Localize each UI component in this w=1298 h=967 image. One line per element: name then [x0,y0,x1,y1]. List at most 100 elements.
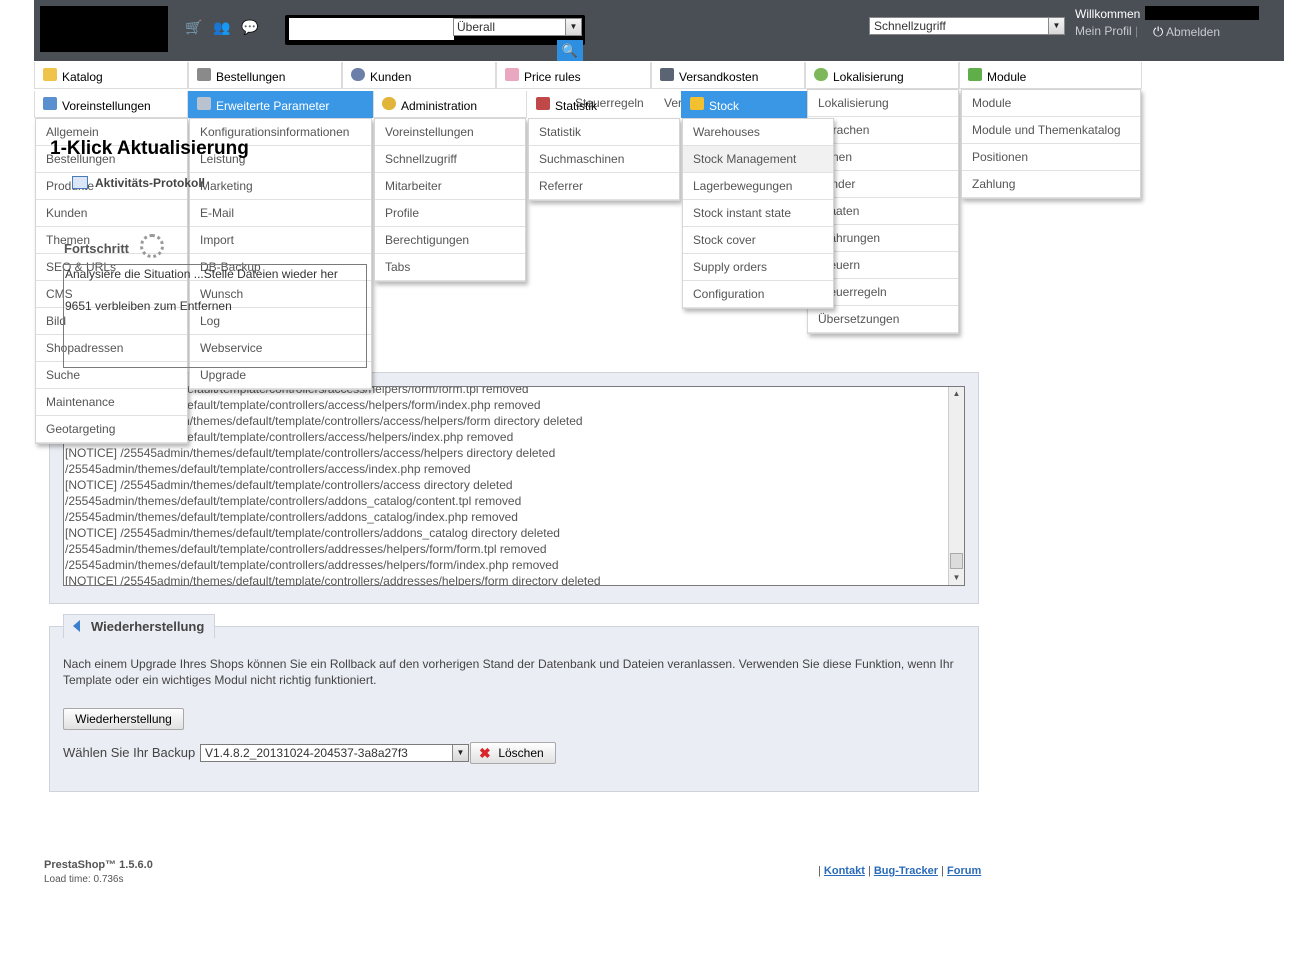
menu-item-statistik[interactable]: Statistik [529,119,679,146]
tab-voreinstellungen[interactable]: Voreinstellungen [34,91,188,118]
tab-label: Katalog [62,70,103,84]
my-profile-label: Mein Profil [1075,24,1132,38]
menu-item-module[interactable]: Module [962,90,1140,117]
menu-item-zahlung[interactable]: Zahlung [962,171,1140,198]
search-icon: 🔍 [561,43,579,58]
footer-link-kontakt[interactable]: Kontakt [824,865,865,877]
menu-item-schnellzugriff[interactable]: Schnellzugriff [375,146,525,173]
search-scope-value: Überall [457,20,496,34]
messages-icon[interactable]: 💬 [241,19,259,35]
search-input[interactable] [289,18,454,40]
menu-item-referrer[interactable]: Referrer [529,173,679,200]
menu-item-maintenance[interactable]: Maintenance [36,389,187,416]
menu-item-tabs[interactable]: Tabs [375,254,525,281]
footer-link-bug-tracker[interactable]: Bug-Tracker [874,865,938,877]
customers-icon[interactable]: 👥 [213,19,231,35]
menu-item-stock-cover[interactable]: Stock cover [683,227,833,254]
restore-legend-label: Wiederherstellung [91,619,205,634]
menu-item-marketing[interactable]: Marketing [190,173,371,200]
menu-item-übersetzungen[interactable]: Übersetzungen [808,306,958,333]
log-line: [NOTICE] /25545admin/themes/default/temp… [65,478,513,492]
menu-item-lagerbewegungen[interactable]: Lagerbewegungen [683,173,833,200]
menu-item-supply-orders[interactable]: Supply orders [683,254,833,281]
tab-lokalisierung[interactable]: Lokalisierung [805,62,959,89]
tab-bestellungen[interactable]: Bestellungen [188,62,342,89]
menu-item-kunden[interactable]: Kunden [36,200,187,227]
arrow-left-icon [73,620,80,632]
tab-katalog[interactable]: Katalog [34,62,188,89]
loading-spinner-icon [140,234,164,258]
scroll-thumb[interactable] [950,553,963,569]
scroll-down-icon[interactable]: ▼ [949,571,964,585]
footer-links: | Kontakt | Bug-Tracker | Forum [818,865,981,877]
search-scope-select[interactable]: Überall ▼ [453,18,582,36]
menu-item-stock-management[interactable]: Stock Management [683,146,833,173]
log-line: /25545admin/themes/default/template/cont… [65,510,518,524]
upgrade-log[interactable]: /25545admin/themes/default/template/cont… [63,386,965,586]
delete-button-label: Löschen [498,746,544,760]
menu-item-module-und-themenkatalog[interactable]: Module und Themenkatalog [962,117,1140,144]
menu-item-mitarbeiter[interactable]: Mitarbeiter [375,173,525,200]
menu-item-configuration[interactable]: Configuration [683,281,833,308]
menu-item-e-mail[interactable]: E-Mail [190,200,371,227]
tab-kunden[interactable]: Kunden [342,62,496,89]
tab-label: Bestellungen [216,70,286,84]
load-time: Load time: 0.736s [44,874,124,885]
tab-statistik[interactable]: Statistik [527,91,681,118]
submenu-statistik: Statistik Suchmaschinen Referrer [528,118,680,201]
submenu-administration: Voreinstellungen Schnellzugriff Mitarbeite… [374,118,526,282]
menu-item-voreinstellungen[interactable]: Voreinstellungen [375,119,525,146]
user-icon [351,68,365,81]
log-line: /25545admin/themes/default/template/cont… [65,558,559,572]
tab-label: Stock [709,99,740,113]
settings-icon [43,97,57,110]
log-line: /25545admin/themes/default/template/cont… [65,462,471,476]
footer-link-forum[interactable]: Forum [947,865,981,877]
chevron-down-icon[interactable]: ▼ [452,745,468,761]
tab-label: Kunden [370,70,412,84]
puzzle-icon [968,68,982,81]
restore-button[interactable]: Wiederherstellung [63,708,184,730]
power-icon: ⏻ [1153,24,1164,39]
stock-icon [690,97,704,110]
menu-item-lokalisierung[interactable]: Lokalisierung [808,90,958,117]
submenu-stock: Warehouses Stock Management Lagerbewegunge… [682,118,834,309]
logout-link[interactable]: ⏻ Abmelden [1153,24,1220,40]
status-line: 9651 verbleiben zum Entfernen [65,299,232,313]
menu-item-stock-instant-state[interactable]: Stock instant state [683,200,833,227]
search-button[interactable]: 🔍 [557,40,583,61]
menu-item-berechtigungen[interactable]: Berechtigungen [375,227,525,254]
menu-item-import[interactable]: Import [190,227,371,254]
backup-select[interactable]: V1.4.8.2_20131024-204537-3a8a27f3 ▼ [200,744,469,762]
menu-item-positionen[interactable]: Positionen [962,144,1140,171]
cart-icon[interactable]: 🛒 [185,19,203,35]
tab-label: Statistik [555,99,598,113]
menu-item-warehouses[interactable]: Warehouses [683,119,833,146]
logout-label: Abmelden [1165,25,1221,39]
log-line: /25545admin/themes/default/template/cont… [65,398,541,412]
scroll-up-icon[interactable]: ▲ [949,387,964,401]
truck-icon [660,68,674,81]
tab-erweiterte-parameter[interactable]: Erweiterte Parameter [188,91,373,118]
shop-logo[interactable] [40,6,168,52]
delete-backup-button[interactable]: ✖ Löschen [470,742,556,764]
menu-item-profile[interactable]: Profile [375,200,525,227]
price-tag-icon [505,68,519,81]
tab-administration[interactable]: Administration [373,91,527,118]
tab-label: Voreinstellungen [62,99,151,113]
tab-label: Module [987,70,1027,84]
tab-price-rules[interactable]: Price rules [496,62,651,89]
status-line: Analysiere die Situation ...Stelle Datei… [65,267,338,281]
menu-item-geotargeting[interactable]: Geotargeting [36,416,187,443]
restore-panel [49,626,979,792]
chevron-down-icon[interactable]: ▼ [1048,18,1064,34]
page-title: 1-Klick Aktualisierung [50,138,249,159]
chevron-down-icon[interactable]: ▼ [565,19,581,35]
tab-module[interactable]: Module [959,62,1142,89]
delete-icon: ✖ [479,745,491,761]
quick-access-select[interactable]: Schnellzugriff ▼ [869,17,1065,35]
log-scrollbar[interactable]: ▲ ▼ [948,387,964,585]
my-profile-link[interactable]: Mein Profil | [1075,24,1138,38]
menu-item-suchmaschinen[interactable]: Suchmaschinen [529,146,679,173]
tab-versandkosten[interactable]: Versandkosten [651,62,805,89]
